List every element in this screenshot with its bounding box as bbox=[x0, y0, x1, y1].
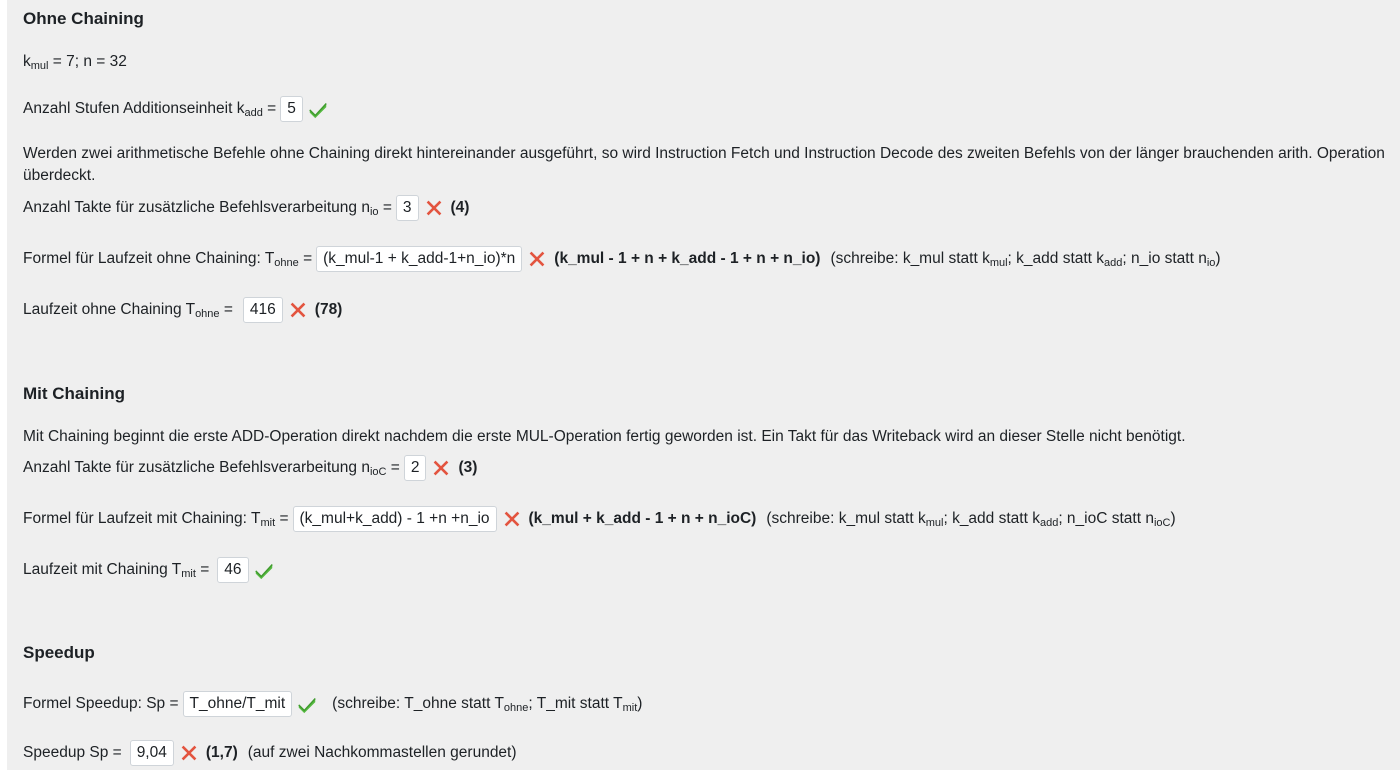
check-icon bbox=[307, 98, 329, 120]
formel-ohne-sub: ohne bbox=[274, 257, 299, 270]
note-text: ; T_mit statt T bbox=[528, 695, 623, 713]
formel-speedup-label: Formel Speedup: Sp = bbox=[23, 695, 179, 713]
speedup-wert-label: Speedup Sp = bbox=[23, 744, 122, 762]
cross-icon bbox=[430, 457, 452, 479]
formel-ohne-note: (schreibe: k_mul statt kmul; k_add statt… bbox=[830, 250, 1221, 270]
formel-mit-line: Formel für Laufzeit mit Chaining: Tmit =… bbox=[23, 506, 1176, 532]
cross-icon bbox=[501, 508, 523, 530]
formel-speedup-input[interactable]: T_ohne/T_mit bbox=[182, 691, 293, 717]
laufzeit-ohne-sub: ohne bbox=[195, 308, 220, 321]
cross-icon bbox=[423, 197, 445, 219]
section-heading-ohne: Ohne Chaining bbox=[23, 9, 144, 29]
stufen-line: Anzahl Stufen Additionseinheit kadd = 5 bbox=[23, 96, 329, 122]
note-text: ) bbox=[1215, 250, 1221, 268]
section-heading-speedup: Speedup bbox=[23, 643, 95, 663]
equals-sign: = bbox=[219, 301, 233, 319]
formel-mit-note: (schreibe: k_mul statt kmul; k_add statt… bbox=[766, 510, 1176, 530]
note-text: ; k_add statt k bbox=[943, 510, 1040, 528]
k-sub: mul bbox=[30, 60, 49, 72]
note-sub: ioC bbox=[1153, 517, 1171, 530]
note-text: (schreibe: k_mul statt k bbox=[830, 250, 990, 268]
equals-sign: = bbox=[298, 250, 313, 268]
equals-sign: = bbox=[262, 100, 277, 118]
heading-mit: Mit Chaining bbox=[23, 384, 125, 403]
mit-description: Mit Chaining beginnt die erste ADD-Opera… bbox=[23, 428, 1186, 445]
laufzeit-ohne-label: Laufzeit ohne Chaining T bbox=[23, 301, 196, 319]
speedup-wert-note: (auf zwei Nachkommastellen gerundet) bbox=[247, 744, 517, 762]
takte-mit-input[interactable]: 2 bbox=[403, 455, 427, 481]
note-sub: mul bbox=[925, 517, 944, 530]
heading-ohne: Ohne Chaining bbox=[23, 9, 144, 28]
formel-mit-label: Formel für Laufzeit mit Chaining: T bbox=[23, 510, 261, 528]
note-text: ; n_io statt n bbox=[1122, 250, 1207, 268]
k-symbol: k bbox=[23, 53, 31, 70]
formel-mit-input[interactable]: (k_mul+k_add) - 1 +n +n_io bbox=[292, 506, 497, 532]
formel-ohne-label: Formel für Laufzeit ohne Chaining: T bbox=[23, 250, 275, 268]
formel-ohne-correct: (k_mul - 1 + n + k_add - 1 + n + n_io) bbox=[554, 250, 821, 268]
laufzeit-mit-label: Laufzeit mit Chaining T bbox=[23, 561, 182, 579]
formel-speedup-note: (schreibe: T_ohne statt Tohne; T_mit sta… bbox=[332, 695, 643, 715]
params-line: kmul = 7; n = 32 bbox=[23, 52, 127, 72]
takte-mit-label: Anzahl Takte für zusätzliche Befehlsvera… bbox=[23, 459, 370, 477]
takte-ohne-label: Anzahl Takte für zusätzliche Befehlsvera… bbox=[23, 199, 370, 217]
note-sub: add bbox=[1039, 517, 1059, 530]
formel-ohne-line: Formel für Laufzeit ohne Chaining: Tohne… bbox=[23, 246, 1221, 272]
note-sub: ohne bbox=[503, 702, 529, 715]
takte-ohne-line: Anzahl Takte für zusätzliche Befehlsvera… bbox=[23, 195, 469, 221]
speedup-wert-line: Speedup Sp = 9,04 (1,7) (auf zwei Nachkomma… bbox=[23, 740, 517, 766]
cross-icon bbox=[287, 299, 309, 321]
stufen-sub: add bbox=[244, 107, 263, 120]
cross-icon bbox=[178, 742, 200, 764]
stufen-label: Anzahl Stufen Additionseinheit k bbox=[23, 100, 245, 118]
speedup-wert-input[interactable]: 9,04 bbox=[129, 740, 174, 766]
note-text: ; n_ioC statt n bbox=[1058, 510, 1154, 528]
takte-mit-sub: ioC bbox=[369, 466, 387, 479]
takte-mit-correct: (3) bbox=[458, 459, 478, 477]
takte-ohne-input[interactable]: 3 bbox=[395, 195, 419, 221]
quiz-panel: Ohne Chaining kmul = 7; n = 32 Anzahl St… bbox=[7, 0, 1400, 770]
formel-ohne-input[interactable]: (k_mul-1 + k_add-1+n_io)*n bbox=[316, 246, 523, 272]
laufzeit-mit-sub: mit bbox=[181, 568, 196, 581]
note-sub: add bbox=[1104, 257, 1123, 270]
note-text: ; k_add statt k bbox=[1007, 250, 1105, 268]
equals-sign: = bbox=[378, 199, 392, 217]
equals-sign: = bbox=[195, 561, 210, 579]
heading-speedup: Speedup bbox=[23, 643, 95, 662]
check-icon bbox=[296, 693, 318, 715]
check-icon bbox=[253, 559, 275, 581]
note-text: ) bbox=[1170, 510, 1176, 528]
laufzeit-mit-line: Laufzeit mit Chaining Tmit = 46 bbox=[23, 557, 275, 583]
takte-mit-line: Anzahl Takte für zusätzliche Befehlsvera… bbox=[23, 455, 477, 481]
formel-mit-correct: (k_mul + k_add - 1 + n + n_ioC) bbox=[528, 510, 757, 528]
cross-icon bbox=[526, 248, 548, 270]
equals-sign: = bbox=[386, 459, 400, 477]
laufzeit-ohne-line: Laufzeit ohne Chaining Tohne = 416 (78) bbox=[23, 297, 342, 323]
note-sub: mul bbox=[989, 257, 1008, 270]
laufzeit-ohne-input[interactable]: 416 bbox=[242, 297, 283, 323]
ohne-description: Werden zwei arithmetische Befehle ohne C… bbox=[23, 145, 1385, 184]
note-sub: mit bbox=[622, 702, 638, 715]
params-rest: = 7; n = 32 bbox=[48, 53, 127, 70]
section-heading-mit: Mit Chaining bbox=[23, 384, 125, 404]
takte-ohne-correct: (4) bbox=[450, 199, 470, 217]
laufzeit-ohne-correct: (78) bbox=[314, 301, 343, 319]
note-text: (schreibe: k_mul statt k bbox=[766, 510, 926, 528]
stufen-input[interactable]: 5 bbox=[280, 96, 303, 122]
equals-sign: = bbox=[275, 510, 289, 528]
speedup-wert-correct: (1,7) bbox=[205, 744, 238, 762]
takte-ohne-sub: io bbox=[369, 206, 379, 219]
note-text: (schreibe: T_ohne statt T bbox=[332, 695, 504, 713]
laufzeit-mit-input[interactable]: 46 bbox=[217, 557, 249, 583]
formel-speedup-line: Formel Speedup: Sp = T_ohne/T_mit (schreib… bbox=[23, 691, 642, 717]
note-text: ) bbox=[637, 695, 643, 713]
formel-mit-sub: mit bbox=[260, 517, 276, 530]
